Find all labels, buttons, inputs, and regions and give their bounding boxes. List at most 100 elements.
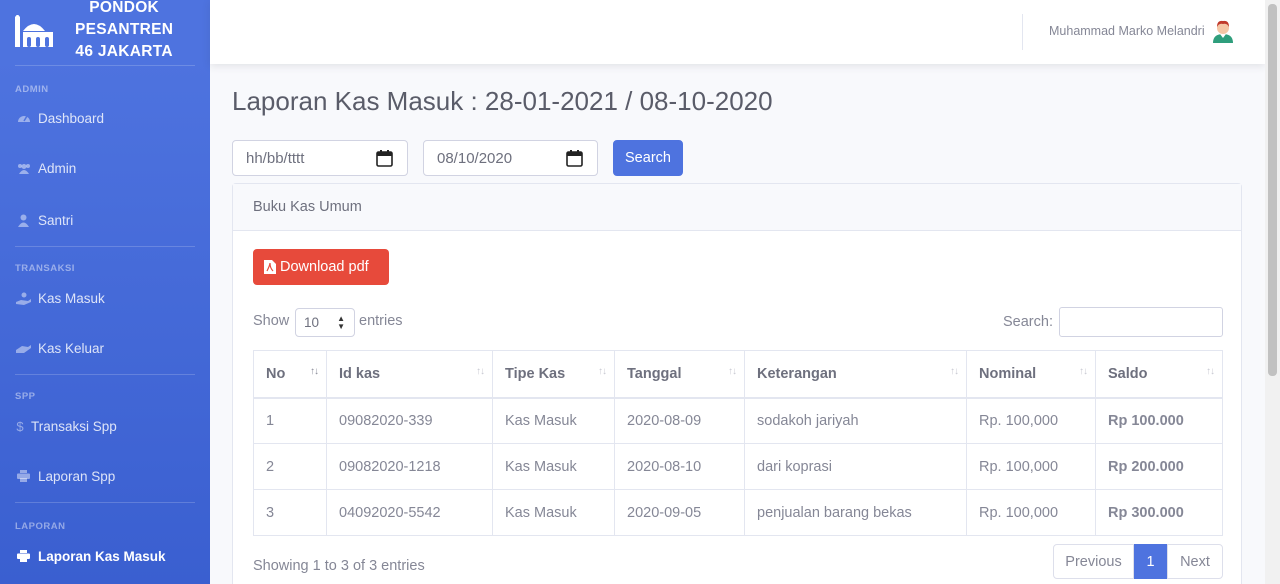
column-header-tipe-kas[interactable]: Tipe Kas ↑↓	[492, 350, 615, 399]
sidebar-heading-laporan: LAPORAN	[15, 521, 66, 532]
column-header-no[interactable]: No ↑↓	[253, 350, 327, 399]
pagination-next[interactable]: Next	[1167, 544, 1223, 579]
brand[interactable]: PONDOK PESANTREN 46 JAKARTA	[0, 0, 210, 64]
hand-holding-icon	[15, 292, 32, 305]
column-label: Keterangan	[757, 365, 837, 382]
cell-no: 1	[253, 397, 327, 444]
mosque-icon	[14, 15, 54, 49]
sidebar-item-admin[interactable]: Admin	[0, 142, 210, 194]
column-header-keterangan[interactable]: Keterangan ↑↓	[744, 350, 967, 399]
table-row: 2 09082020-1218 Kas Masuk 2020-08-10 dar…	[253, 443, 1223, 490]
sort-icon: ↑↓	[310, 366, 319, 377]
topbar-divider	[1022, 14, 1023, 50]
sidebar-item-kas-keluar[interactable]: Kas Keluar	[0, 322, 210, 374]
table-row: 1 09082020-339 Kas Masuk 2020-08-09 soda…	[253, 397, 1223, 444]
column-header-tanggal[interactable]: Tanggal ↑↓	[614, 350, 745, 399]
cell-id-kas: 09082020-1218	[326, 443, 493, 490]
table-header-row: No ↑↓ Id kas ↑↓ Tipe Kas ↑↓ Tanggal ↑↓ Keter…	[253, 350, 1223, 399]
user-name[interactable]: Muhammad Marko Melandri	[1049, 24, 1205, 38]
page-title: Laporan Kas Masuk : 28-01-2021 / 08-10-2…	[232, 86, 773, 116]
table-info: Showing 1 to 3 of 3 entries	[253, 558, 425, 574]
avatar[interactable]	[1212, 19, 1234, 43]
cell-tanggal: 2020-08-10	[614, 443, 745, 490]
sidebar-divider	[15, 246, 195, 247]
brand-title: PONDOK PESANTREN 46 JAKARTA	[75, 0, 173, 63]
cell-nominal: Rp. 100,000	[966, 489, 1096, 536]
print-icon	[15, 550, 32, 562]
users-icon	[15, 163, 32, 174]
sidebar-item-laporan-kas-masuk[interactable]: Laporan Kas Masuk	[0, 532, 210, 580]
scrollbar-thumb[interactable]	[1268, 4, 1277, 376]
column-label: Saldo	[1108, 365, 1148, 382]
column-label: Nominal	[979, 365, 1037, 382]
table-row: 3 04092020-5542 Kas Masuk 2020-09-05 pen…	[253, 489, 1223, 536]
column-header-nominal[interactable]: Nominal ↑↓	[966, 350, 1096, 399]
sort-icon: ↑↓	[950, 366, 959, 377]
search-button[interactable]: Search	[613, 140, 683, 176]
select-arrows-icon: ▲ ▼	[337, 314, 345, 331]
page-scrollbar[interactable]	[1265, 0, 1280, 584]
entries-select[interactable]: 10 ▲ ▼	[295, 308, 355, 337]
sidebar-divider	[15, 502, 195, 503]
file-pdf-icon	[264, 260, 276, 274]
cell-tipe-kas: Kas Masuk	[492, 443, 615, 490]
sort-icon: ↑↓	[1079, 366, 1088, 377]
entries-value: 10	[304, 315, 320, 330]
column-label: Id kas	[339, 365, 381, 382]
cell-nominal: Rp. 100,000	[966, 397, 1096, 444]
cell-tanggal: 2020-09-05	[614, 489, 745, 536]
sidebar-item-santri[interactable]: Santri	[0, 194, 210, 246]
sidebar-heading-transaksi: TRANSAKSI	[15, 263, 75, 274]
topbar: Muhammad Marko Melandri	[210, 0, 1265, 64]
date-from-input[interactable]: hh/bb/tttt	[232, 140, 408, 176]
sidebar-item-label: Kas Masuk	[38, 290, 105, 306]
column-label: No	[266, 365, 286, 382]
brand-line-3: 46 JAKARTA	[75, 43, 173, 60]
hand-giving-icon	[15, 343, 32, 353]
column-header-saldo[interactable]: Saldo ↑↓	[1095, 350, 1223, 399]
brand-line-2: PESANTREN	[75, 21, 174, 38]
sort-icon: ↑↓	[728, 366, 737, 377]
column-header-id-kas[interactable]: Id kas ↑↓	[326, 350, 493, 399]
kas-card: Buku Kas Umum Download pdf Show 10 ▲ ▼ en…	[232, 183, 1242, 584]
sort-icon: ↑↓	[1206, 366, 1215, 377]
pagination: Previous 1 Next	[1053, 544, 1223, 579]
column-label: Tanggal	[627, 365, 682, 382]
sidebar-item-transaksi-spp[interactable]: $ Transaksi Spp	[0, 402, 210, 450]
calendar-icon[interactable]	[566, 150, 583, 167]
cell-tipe-kas: Kas Masuk	[492, 397, 615, 444]
download-pdf-button[interactable]: Download pdf	[253, 249, 389, 285]
cell-keterangan: penjualan barang bekas	[744, 489, 967, 536]
date-from-placeholder: hh/bb/tttt	[246, 149, 305, 167]
tachometer-icon	[15, 112, 32, 124]
search-label: Search:	[1003, 314, 1053, 330]
entries-label: entries	[359, 313, 403, 329]
sidebar-item-dashboard[interactable]: Dashboard	[0, 94, 210, 142]
sidebar-item-label: Laporan Kas Masuk	[38, 548, 166, 564]
cell-no: 3	[253, 489, 327, 536]
sidebar-item-label: Dashboard	[38, 110, 105, 126]
brand-line-1: PONDOK	[89, 0, 160, 16]
date-to-value: 08/10/2020	[437, 149, 513, 167]
cell-id-kas: 04092020-5542	[326, 489, 493, 536]
cell-saldo: Rp 100.000	[1095, 397, 1223, 444]
cell-keterangan: sodakoh jariyah	[744, 397, 967, 444]
cell-tanggal: 2020-08-09	[614, 397, 745, 444]
user-icon	[15, 214, 32, 227]
table-search-input[interactable]	[1059, 307, 1223, 337]
column-label: Tipe Kas	[505, 365, 566, 382]
sort-icon: ↑↓	[598, 366, 607, 377]
sidebar-item-laporan-spp[interactable]: Laporan Spp	[0, 450, 210, 502]
pagination-previous[interactable]: Previous	[1053, 544, 1134, 579]
cell-keterangan: dari koprasi	[744, 443, 967, 490]
kas-table: No ↑↓ Id kas ↑↓ Tipe Kas ↑↓ Tanggal ↑↓ Keter…	[253, 350, 1223, 536]
pagination-page-1[interactable]: 1	[1134, 544, 1167, 579]
date-to-input[interactable]: 08/10/2020	[423, 140, 598, 176]
sidebar-item-kas-masuk[interactable]: Kas Masuk	[0, 274, 210, 322]
cell-saldo: Rp 300.000	[1095, 489, 1223, 536]
sidebar-item-label: Kas Keluar	[38, 340, 105, 356]
sidebar-item-label: Transaksi Spp	[31, 418, 117, 434]
print-icon	[15, 470, 32, 482]
cell-id-kas: 09082020-339	[326, 397, 493, 444]
calendar-icon[interactable]	[376, 150, 393, 167]
